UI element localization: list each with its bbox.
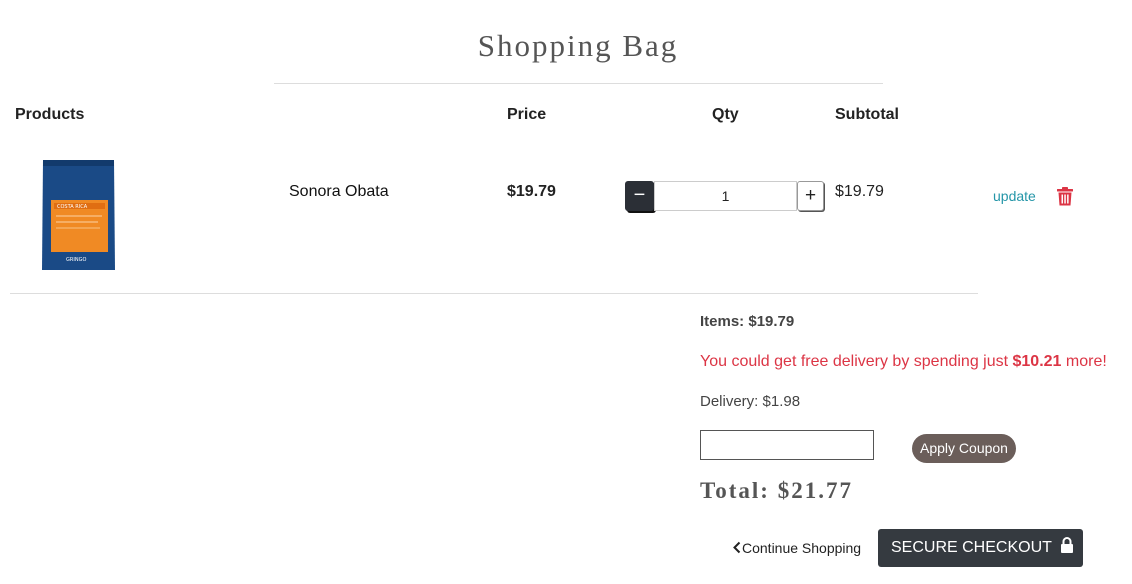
lock-icon	[1061, 537, 1074, 553]
product-price: $19.79	[507, 183, 556, 200]
continue-shopping-link[interactable]: Continue Shopping	[732, 540, 861, 556]
delivery-cost: Delivery: $1.98	[700, 393, 801, 410]
free-delivery-prefix: You could get free delivery by spending …	[700, 353, 1013, 370]
qty-decrease-button[interactable]: −	[625, 181, 654, 211]
header-products: Products	[15, 106, 85, 123]
trash-icon	[1057, 187, 1073, 206]
row-divider	[10, 293, 978, 294]
page-title: Shopping Bag	[477, 28, 679, 63]
title-divider	[274, 83, 883, 84]
qty-increase-button[interactable]: +	[797, 181, 824, 211]
line-subtotal: $19.79	[835, 183, 884, 200]
coupon-input[interactable]	[700, 430, 874, 460]
header-qty: Qty	[712, 106, 739, 123]
product-name[interactable]: Sonora Obata	[289, 183, 389, 201]
free-delivery-amount: $10.21	[1012, 353, 1062, 370]
items-total: Items: $19.79	[700, 313, 795, 330]
qty-input[interactable]: 1	[655, 182, 796, 210]
free-delivery-suffix: more!	[1061, 353, 1107, 370]
secure-checkout-button[interactable]: SECURE CHECKOUT	[878, 529, 1083, 567]
product-image[interactable]: COSTA RICA GRINGO	[28, 152, 143, 274]
delete-button[interactable]	[1057, 187, 1073, 206]
order-total: Total: $21.77	[700, 478, 853, 503]
continue-shopping-label: Continue Shopping	[742, 540, 862, 556]
header-price: Price	[507, 106, 547, 123]
apply-coupon-button[interactable]: Apply Coupon	[912, 434, 1016, 463]
checkout-label: SECURE CHECKOUT	[891, 539, 1052, 556]
update-link[interactable]: update	[993, 188, 1036, 204]
chevron-left-icon	[733, 541, 741, 554]
bag-origin-text: COSTA RICA	[57, 204, 88, 210]
free-delivery-notice: You could get free delivery by spending …	[700, 353, 1107, 371]
header-subtotal: Subtotal	[835, 106, 899, 123]
bag-brand-text: GRINGO	[66, 257, 86, 263]
minus-icon: −	[633, 184, 646, 206]
plus-icon: +	[804, 185, 817, 206]
